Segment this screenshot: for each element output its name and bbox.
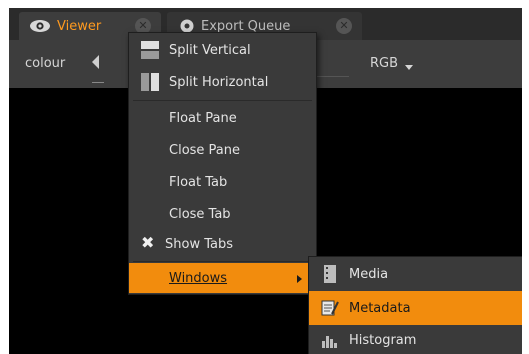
split-vertical-icon — [141, 41, 159, 59]
pane-context-menu: Split Vertical Split Horizontal Float Pa… — [128, 32, 317, 295]
channel-underline — [92, 82, 104, 83]
menu-item-show-tabs[interactable]: ✖ Show Tabs — [129, 229, 316, 259]
menu-item-split-horizontal[interactable]: Split Horizontal — [129, 67, 316, 97]
menu-separator — [133, 100, 312, 101]
menu-item-close-tab[interactable]: Close Tab — [129, 199, 316, 229]
submenu-item-label: Media — [349, 266, 389, 282]
submenu-item-metadata[interactable]: Metadata — [309, 291, 522, 325]
submenu-item-label: Metadata — [349, 300, 411, 316]
channel-prev-arrow-icon[interactable] — [92, 55, 99, 69]
tab-viewer-label: Viewer — [57, 18, 102, 34]
menu-item-label: Show Tabs — [165, 236, 233, 252]
viewer-app: Viewer ✕ Export Queue ✕ colour RGB Split… — [9, 8, 522, 354]
menu-item-label: Split Horizontal — [169, 74, 269, 90]
menu-item-label: Float Pane — [169, 110, 237, 126]
eye-icon — [30, 20, 50, 32]
submenu-item-label: Histogram — [349, 332, 417, 348]
film-icon — [324, 265, 336, 283]
menu-item-split-vertical[interactable]: Split Vertical — [129, 35, 316, 65]
close-tab-export-queue-icon[interactable]: ✕ — [336, 18, 352, 34]
menu-item-float-tab[interactable]: Float Tab — [129, 167, 316, 197]
x-check-icon: ✖ — [141, 233, 155, 252]
channel-mode-dropdown[interactable]: RGB — [370, 56, 398, 71]
menu-item-windows[interactable]: Windows — [129, 263, 316, 293]
metadata-icon — [321, 300, 339, 316]
menu-separator — [133, 261, 312, 262]
windows-submenu: Media Metadata Histogram — [308, 256, 522, 354]
menu-item-label: Float Tab — [169, 174, 228, 190]
chevron-down-icon[interactable] — [405, 65, 413, 70]
menu-item-label: Windows — [169, 270, 228, 286]
menu-item-float-pane[interactable]: Float Pane — [129, 103, 316, 133]
submenu-arrow-icon — [297, 275, 302, 283]
menu-item-label: Close Tab — [169, 206, 231, 222]
submenu-item-media[interactable]: Media — [309, 257, 522, 291]
histogram-icon — [322, 336, 337, 348]
menu-item-label: Split Vertical — [169, 42, 251, 58]
submenu-item-histogram[interactable]: Histogram — [309, 323, 522, 354]
split-horizontal-icon — [141, 73, 159, 91]
menu-item-close-pane[interactable]: Close Pane — [129, 135, 316, 165]
channel-label: colour — [25, 56, 66, 71]
menu-item-label: Close Pane — [169, 142, 241, 158]
